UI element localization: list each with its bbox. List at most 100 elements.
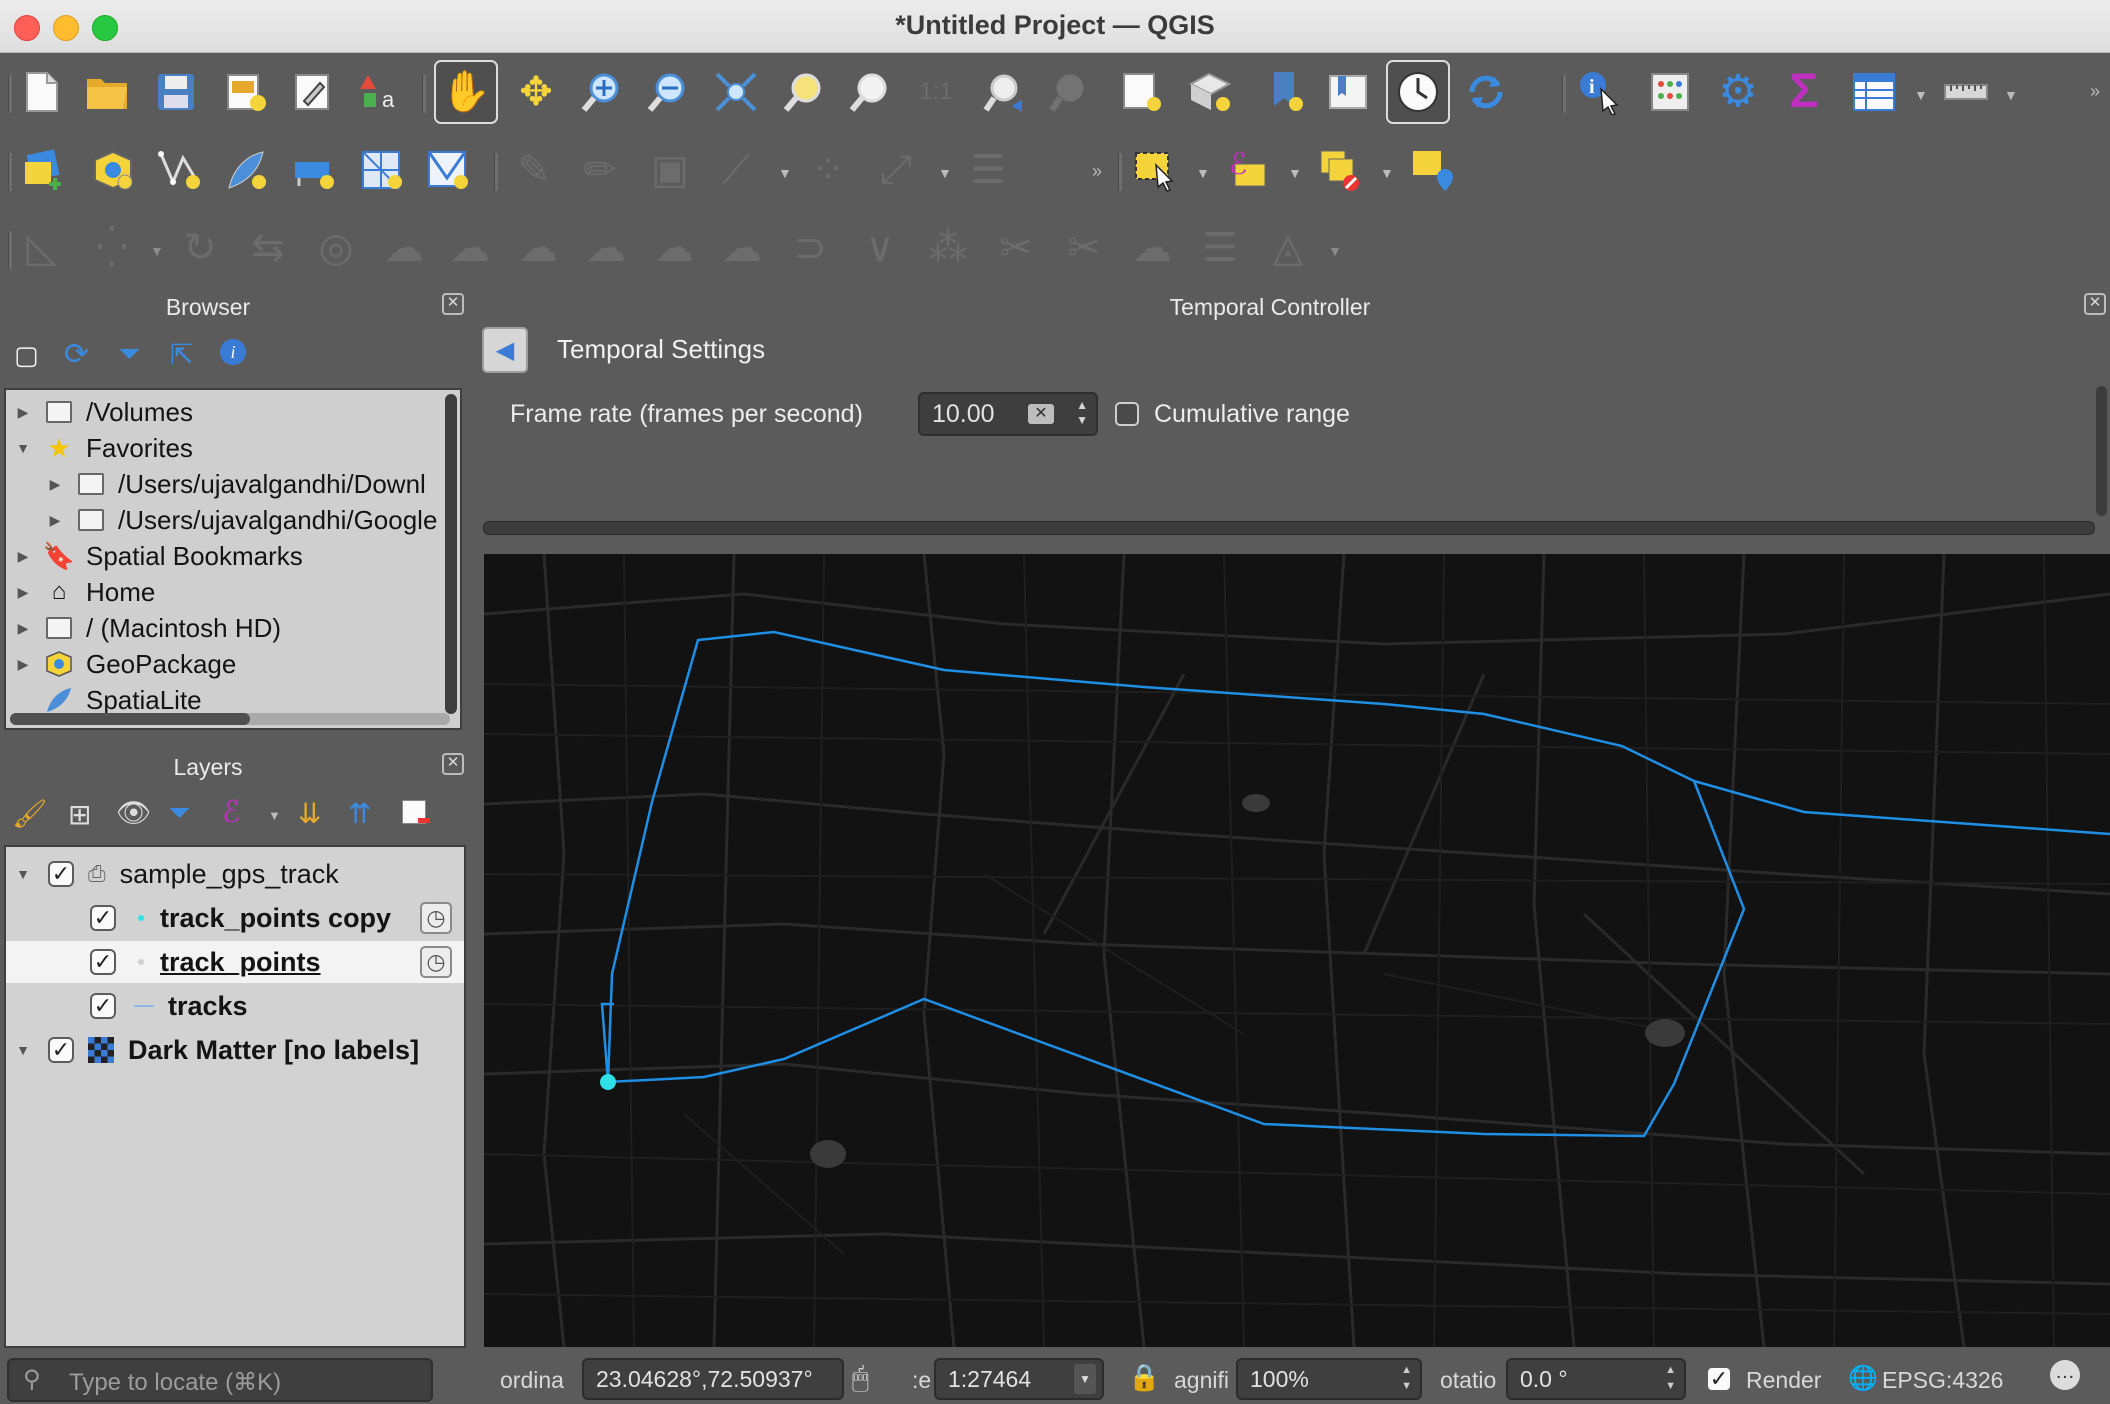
expand-all-icon[interactable]: ⇊ <box>298 797 321 830</box>
zoom-native-button[interactable]: 1:1 <box>908 62 964 122</box>
fill-ring-button[interactable]: ☁ <box>442 218 498 278</box>
close-browser-panel-icon[interactable]: ✕ <box>442 293 464 315</box>
browser-item-macintosh-hd[interactable]: ▶ / (Macintosh HD) <box>12 610 281 646</box>
zoom-out-button[interactable] <box>640 62 696 122</box>
rotation-spinbox[interactable]: 0.0 ° ▲ ▼ <box>1506 1358 1686 1400</box>
rotate-point-symbols-button[interactable]: ☁ <box>1124 218 1180 278</box>
browser-item-favorites[interactable]: ▼ ★ Favorites <box>12 430 193 466</box>
modify-attributes-button[interactable]: ⤢ <box>868 140 924 200</box>
deselect-all-button[interactable] <box>1312 140 1368 200</box>
expand-arrow-icon[interactable]: ▶ <box>12 404 34 421</box>
open-project-button[interactable] <box>80 62 136 122</box>
filter-legend-icon[interactable]: ⏷ <box>168 797 190 830</box>
advanced-digitizing-button[interactable]: ◺ <box>14 218 70 278</box>
delete-part-button[interactable]: ☁ <box>578 218 634 278</box>
frame-rate-spinbox[interactable]: 10.00 ✕ ▲ ▼ <box>918 392 1098 436</box>
trim-extend-button[interactable]: ◬ <box>1260 218 1316 278</box>
scrollbar-thumb[interactable] <box>10 713 250 725</box>
add-part-button[interactable]: ☁ <box>376 218 432 278</box>
layout-manager-button[interactable] <box>286 62 342 122</box>
identify-features-button[interactable]: i <box>1572 62 1628 122</box>
zoom-next-button[interactable] <box>1042 62 1098 122</box>
layer-visibility-checkbox[interactable]: ✓ <box>48 861 74 887</box>
vertex-tool-button[interactable]: ⁘ <box>800 140 856 200</box>
pan-to-selection-button[interactable]: ✥ <box>508 62 564 122</box>
expand-arrow-icon[interactable]: ▶ <box>12 620 34 637</box>
chevron-down-icon[interactable]: ▼ <box>268 808 281 823</box>
chevron-down-icon[interactable]: ▼ <box>2004 87 2018 103</box>
scale-combobox[interactable]: 1:27464 ▼ <box>934 1358 1104 1400</box>
pan-map-button[interactable]: ✋ <box>434 60 498 124</box>
collapse-arrow-icon[interactable]: ▼ <box>12 866 34 882</box>
new-shapefile-layer-button[interactable] <box>152 140 208 200</box>
magnifier-spinbox[interactable]: 100% ▲ ▼ <box>1236 1358 1422 1400</box>
layer-visibility-checkbox[interactable]: ✓ <box>90 949 116 975</box>
attribute-editor-button[interactable]: ☰ <box>960 140 1016 200</box>
expand-arrow-icon[interactable]: ▶ <box>12 656 34 673</box>
spin-arrows-icon[interactable]: ▲ ▼ <box>1401 1362 1412 1394</box>
chevron-down-icon[interactable]: ▼ <box>150 243 164 259</box>
delete-ring-button[interactable]: ☁ <box>510 218 566 278</box>
expand-arrow-icon[interactable]: ▶ <box>12 548 34 565</box>
split-features-button[interactable]: ∨ <box>852 218 908 278</box>
data-source-manager-button[interactable] <box>16 140 72 200</box>
back-to-controller-button[interactable]: ◀ <box>482 327 528 373</box>
expand-arrow-icon[interactable]: ▶ <box>44 512 66 529</box>
layer-group-sample-gps-track[interactable]: ▼ ✓ ⎙ sample_gps_track <box>6 853 464 895</box>
open-attribute-table-button[interactable] <box>1846 62 1902 122</box>
attribute-statistics-button[interactable] <box>1642 62 1698 122</box>
toggle-extents-mouse-icon[interactable]: 🖱 <box>852 1362 869 1395</box>
style-layer-icon[interactable]: 🖌 <box>12 797 48 830</box>
collapse-arrow-icon[interactable]: ▼ <box>12 440 34 456</box>
chevron-down-icon[interactable]: ▼ <box>1288 165 1302 181</box>
globe-icon[interactable]: 🌐 <box>1848 1364 1878 1393</box>
show-bookmarks-button[interactable] <box>1320 62 1376 122</box>
info-icon[interactable]: i <box>220 339 246 365</box>
add-selected-layers-icon[interactable]: ▢ <box>14 340 39 371</box>
crs-label[interactable]: EPSG:4326 <box>1882 1367 2003 1394</box>
collapse-all-icon[interactable]: ⇈ <box>348 797 371 830</box>
save-layer-edits-button[interactable]: ▣ <box>642 140 698 200</box>
layer-dark-matter[interactable]: ▼ ✓ Dark Matter [no labels] <box>6 1029 464 1071</box>
chevron-down-icon[interactable]: ▼ <box>1914 87 1928 103</box>
browser-vertical-scrollbar[interactable] <box>445 394 457 714</box>
new-print-layout-button[interactable] <box>218 62 274 122</box>
browser-item-spatial-bookmarks[interactable]: ▶ 🔖 Spatial Bookmarks <box>12 538 303 574</box>
chevron-down-icon[interactable]: ▼ <box>938 165 952 181</box>
add-ring-button[interactable]: ◎ <box>308 218 364 278</box>
new-geopackage-layer-button[interactable] <box>84 140 140 200</box>
toolbar-overflow-icon[interactable]: » <box>1092 161 1102 182</box>
browser-item-volumes[interactable]: ▶ /Volumes <box>12 394 193 430</box>
new-mesh-layer-button[interactable] <box>420 140 476 200</box>
layer-track-points-copy[interactable]: ✓ track_points copy ◷ <box>6 897 464 939</box>
measure-line-button[interactable] <box>1938 62 1994 122</box>
new-virtual-layer-button[interactable] <box>286 140 342 200</box>
lock-scale-icon[interactable]: 🔒 <box>1128 1362 1160 1393</box>
select-features-button[interactable] <box>1128 140 1184 200</box>
coordinate-field[interactable]: 23.04628°,72.50937° <box>582 1358 844 1400</box>
split-parts-button[interactable]: ⁂ <box>920 218 976 278</box>
collapse-arrow-icon[interactable]: ▼ <box>12 1042 34 1058</box>
chevron-down-icon[interactable]: ▼ <box>1196 165 1210 181</box>
eye-icon[interactable]: 👁 <box>116 796 152 829</box>
layer-visibility-checkbox[interactable]: ✓ <box>90 993 116 1019</box>
collapse-all-icon[interactable]: ⇱ <box>170 338 193 371</box>
spin-arrows-icon[interactable]: ▲ ▼ <box>1665 1362 1676 1394</box>
layer-visibility-checkbox[interactable]: ✓ <box>90 905 116 931</box>
browser-item-home[interactable]: ▶ ⌂ Home <box>12 574 156 610</box>
render-checkbox[interactable]: ✓ <box>1706 1366 1732 1392</box>
zoom-to-selection-button[interactable] <box>776 62 832 122</box>
new-3d-map-view-button[interactable] <box>1182 62 1238 122</box>
save-project-button[interactable] <box>148 62 204 122</box>
browser-item-favorite-downloads[interactable]: ▶ /Users/ujavalgandhi/Downl <box>44 466 426 502</box>
browser-item-geopackage[interactable]: ▶ GeoPackage <box>12 646 237 682</box>
chevron-down-icon[interactable]: ▼ <box>1074 1364 1096 1394</box>
merge-features-button[interactable]: ✂ <box>988 218 1044 278</box>
clear-value-icon[interactable]: ✕ <box>1028 404 1054 424</box>
layer-visibility-checkbox[interactable]: ✓ <box>48 1037 74 1063</box>
layer-track-points[interactable]: ✓ track_points ◷ <box>6 941 464 983</box>
rotate-feature-button[interactable]: ↻ <box>172 218 228 278</box>
expand-arrow-icon[interactable]: ▶ <box>44 476 66 493</box>
select-by-expression-button[interactable]: ℰ <box>1220 140 1276 200</box>
current-edits-button[interactable]: ✎ <box>506 140 562 200</box>
